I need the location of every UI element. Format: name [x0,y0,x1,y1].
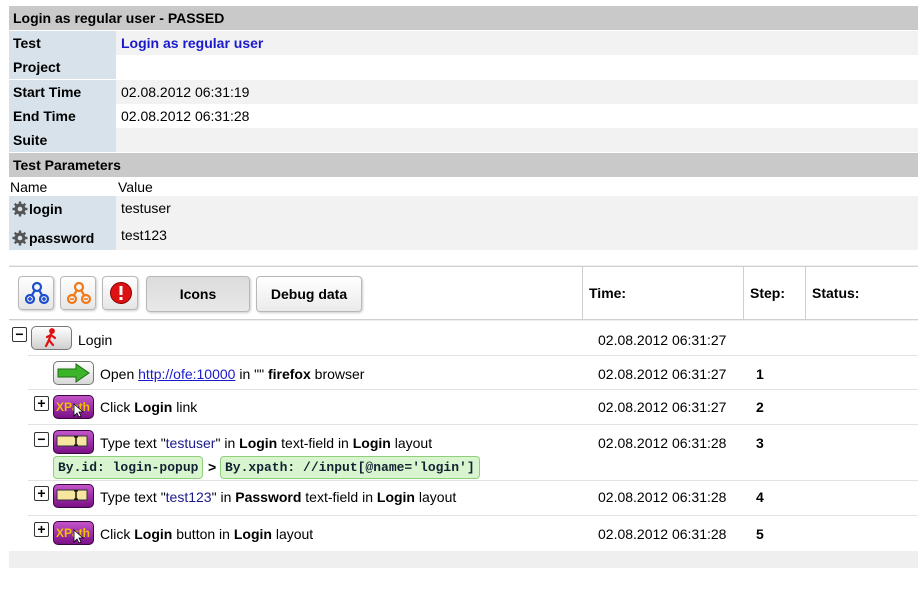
row-divider [28,424,918,425]
param-name: login [29,201,63,217]
suite-label: Suite [9,128,116,152]
walking-man-icon [31,326,72,350]
test-parameters-title: Test Parameters [9,153,918,177]
step-time: 02.08.2012 06:31:28 [598,526,727,542]
status-column-header: Status: [812,285,860,301]
step-time: 02.08.2012 06:31:28 [598,435,727,451]
step-text: Login [78,332,113,348]
param-row-login: login [9,196,116,223]
svg-text:XPath: XPath [56,400,90,414]
expand-toggle[interactable]: + [34,486,49,501]
end-time-value: 02.08.2012 06:31:28 [116,104,918,128]
locator-chip: By.id: login-popup [53,456,204,479]
step-number: 5 [756,526,764,542]
step-number: 1 [756,366,764,382]
collapse-tree-icon [66,281,92,305]
step-text: Open http://ofe:10000 in "" firefox brow… [100,366,365,382]
param-value: testuser [116,196,918,223]
xpath-click-icon: XPath [53,395,94,419]
time-column-header: Time: [589,285,627,301]
text-field-icon [53,484,94,508]
row-divider [28,480,918,481]
gear-icon [12,199,29,226]
debug-data-button[interactable]: Debug data [256,276,362,312]
start-time-label: Start Time [9,80,116,104]
param-name: password [29,230,95,246]
test-value-cell: Login as regular user [116,31,918,55]
errors-only-button[interactable] [102,276,138,310]
step-number: 3 [756,435,764,451]
row-divider [28,389,918,390]
svg-text:XPath: XPath [56,526,90,540]
step-column-header: Step: [750,285,785,301]
expand-toggle[interactable]: + [34,522,49,537]
url-link[interactable]: http://ofe:10000 [138,366,235,382]
collapse-all-button[interactable] [60,276,96,310]
column-divider [582,266,583,320]
row-divider [28,515,918,516]
param-name-header: Name [10,179,48,195]
error-icon [110,282,132,304]
step-text: Type text "test123" in Password text-fie… [100,489,457,505]
step-time: 02.08.2012 06:31:27 [598,399,727,415]
icons-button[interactable]: Icons [146,276,250,312]
column-divider [805,266,806,320]
text-field-icon [53,430,94,454]
step-time: 02.08.2012 06:31:27 [598,332,727,348]
step-number: 2 [756,399,764,415]
end-time-label: End Time [9,104,116,128]
xpath-click-icon: XPath [53,521,94,545]
param-value: test123 [116,223,918,250]
locator-separator: > [208,459,217,475]
step-text: Click Login button in Login layout [100,526,314,542]
column-divider [743,266,744,320]
gear-icon [12,226,29,256]
collapse-toggle[interactable]: − [12,327,27,342]
param-value-header: Value [118,179,153,195]
step-text: Click Login link [100,399,198,415]
start-time-value: 02.08.2012 06:31:19 [116,80,918,104]
locator-chip: By.xpath: //input[@name='login'] [220,456,480,479]
step-time: 02.08.2012 06:31:27 [598,366,727,382]
project-value [116,55,918,79]
suite-value [116,128,918,152]
arrow-right-icon [53,361,94,385]
collapse-toggle[interactable]: − [34,432,49,447]
step-number: 4 [756,489,764,505]
report-title: Login as regular user - PASSED [9,6,918,30]
expand-all-button[interactable] [18,276,54,310]
param-row-password: password [9,223,116,250]
test-label: Test [9,31,116,55]
expand-toggle[interactable]: + [34,396,49,411]
step-text: Type text "testuser" in Login text-field… [100,435,433,451]
step-time: 02.08.2012 06:31:28 [598,489,727,505]
row-divider [28,355,918,356]
expand-tree-icon [24,281,50,305]
test-name-link[interactable]: Login as regular user [121,35,263,51]
project-label: Project [9,55,116,79]
